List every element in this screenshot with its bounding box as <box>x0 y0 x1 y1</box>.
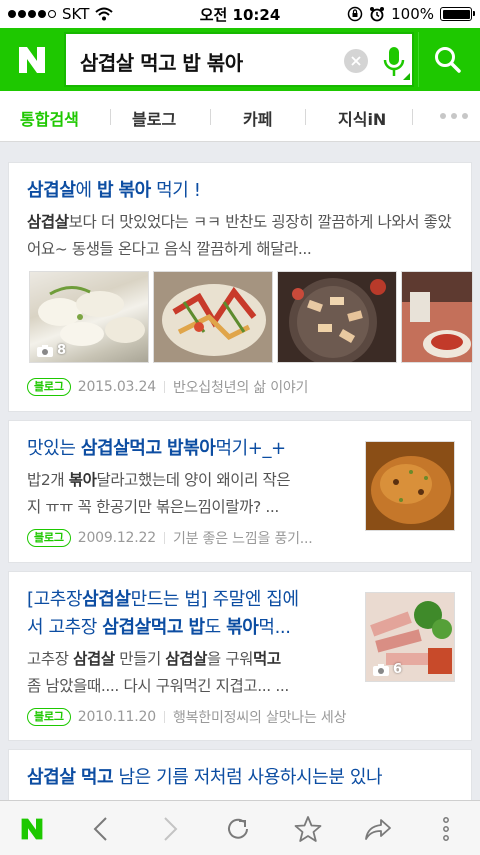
back-icon <box>93 817 107 841</box>
search-tabs: 통합검색 블로그 카페 지식iN <box>0 91 480 142</box>
tab-cafe[interactable]: 카페 <box>243 106 272 130</box>
naver-home-button[interactable] <box>16 813 48 845</box>
result-meta: 블로그 2015.03.24 반오십청년의 삶 이야기 <box>27 377 308 397</box>
more-options-button[interactable] <box>430 813 462 845</box>
refresh-icon <box>228 818 248 839</box>
search-result-card[interactable]: 삼겹살에 밥 볶아 먹기 ! 삼겹살보다 더 맛있었다는 ㅋㅋ 반찬도 굉장히 … <box>8 162 473 412</box>
search-box[interactable]: 삼겹살 먹고 밥 볶아 <box>64 32 414 87</box>
battery-percent: 100% <box>391 5 434 23</box>
search-header: 삼겹살 먹고 밥 볶아 <box>0 28 480 91</box>
photo-count: 8 <box>36 343 66 358</box>
search-input[interactable]: 삼겹살 먹고 밥 볶아 <box>80 47 243 76</box>
result-title[interactable]: 삼겹살 먹고 남은 기름 저처럼 사용하시는분 있나 <box>27 764 383 792</box>
camera-icon <box>373 663 389 676</box>
naver-logo[interactable] <box>8 36 56 83</box>
result-meta: 블로그 2009.12.22 기분 좋은 느낌을 풍기... <box>27 528 313 548</box>
side-dish-image <box>402 272 472 362</box>
carrier-label: SKT <box>62 5 90 23</box>
result-thumbnail[interactable] <box>365 441 455 531</box>
bookmark-button[interactable] <box>292 813 324 845</box>
blog-badge: 블로그 <box>27 708 71 726</box>
result-description: 고추장 삼겹살 만들기 삼겹살을 구워먹고 좀 남았을때.... 다시 구워먹긴… <box>27 650 289 695</box>
grill-image <box>278 272 396 362</box>
forward-icon <box>164 817 178 841</box>
blog-badge: 블로그 <box>27 378 71 396</box>
search-icon <box>434 46 461 73</box>
result-title[interactable]: [고추장삼겹살만드는 법] 주말엔 집에 서 고추장 삼겹살먹고 밥도 볶아먹.… <box>27 586 357 642</box>
pork-salad-image <box>154 272 272 362</box>
search-result-card[interactable]: [고추장삼겹살만드는 법] 주말엔 집에 서 고추장 삼겹살먹고 밥도 볶아먹.… <box>8 571 472 741</box>
forward-button[interactable] <box>155 813 187 845</box>
result-meta: 블로그 2010.11.20 행복한미정씨의 살맛나는 세상 <box>27 707 346 727</box>
result-thumbnail[interactable] <box>277 271 397 363</box>
wifi-icon <box>95 7 114 21</box>
camera-icon <box>37 344 53 357</box>
alarm-icon <box>370 7 385 22</box>
battery-icon <box>440 7 475 21</box>
share-button[interactable] <box>362 813 394 845</box>
search-result-card[interactable]: 맛있는 삼겹살먹고 밥볶아먹기+_+ 밥2개 볶아달라고했는데 양이 왜이리 작… <box>8 420 472 563</box>
result-source[interactable]: 기분 좋은 느낌을 풍기... <box>173 528 313 548</box>
result-date: 2010.11.20 <box>77 709 156 725</box>
tab-integrated-search[interactable]: 통합검색 <box>20 106 79 130</box>
result-title[interactable]: 맛있는 삼겹살먹고 밥볶아먹기+_+ <box>27 435 286 463</box>
result-title[interactable]: 삼겹살에 밥 볶아 먹기 ! <box>27 177 201 205</box>
blog-badge: 블로그 <box>27 529 71 547</box>
photo-count: 6 <box>372 662 402 677</box>
result-thumbnail[interactable] <box>401 271 473 363</box>
result-date: 2009.12.22 <box>77 530 156 546</box>
result-description: 삼겹살보다 더 맛있었다는 ㅋㅋ 반찬도 굉장히 깔끔하게 나와서 좋았어요~ … <box>27 213 452 258</box>
result-description: 밥2개 볶아달라고했는데 양이 왜이리 작은 지 ㅠㅠ 꼭 한공기만 볶은느낌이… <box>27 471 291 516</box>
share-icon <box>365 819 391 840</box>
close-icon <box>351 56 361 66</box>
fried-rice-image <box>366 442 454 530</box>
more-tabs-icon[interactable] <box>440 113 468 119</box>
clear-search-button[interactable] <box>344 49 368 73</box>
naver-n-logo-icon <box>21 818 43 840</box>
rotation-lock-icon <box>347 6 363 22</box>
bookmark-star-icon <box>294 816 322 842</box>
result-thumbnail[interactable] <box>153 271 273 363</box>
result-thumbnail[interactable]: 8 <box>29 271 149 363</box>
bottom-toolbar <box>0 800 480 855</box>
result-thumbnail[interactable]: 6 <box>365 592 455 682</box>
more-vertical-icon <box>443 817 449 841</box>
refresh-button[interactable] <box>222 813 254 845</box>
result-source[interactable]: 반오십청년의 삶 이야기 <box>173 377 309 397</box>
search-button[interactable] <box>418 32 476 87</box>
signal-strength-icon <box>8 10 56 18</box>
microphone-icon <box>383 47 405 76</box>
result-date: 2015.03.24 <box>77 379 156 395</box>
status-bar: SKT 오전 10:24 100% <box>0 0 480 28</box>
naver-n-logo-icon <box>19 46 45 73</box>
result-source[interactable]: 행복한미정씨의 살맛나는 세상 <box>173 707 347 727</box>
back-button[interactable] <box>84 813 116 845</box>
tab-blog[interactable]: 블로그 <box>132 106 176 130</box>
tab-knowledge-in[interactable]: 지식iN <box>338 106 386 130</box>
voice-search-button[interactable] <box>376 42 412 82</box>
